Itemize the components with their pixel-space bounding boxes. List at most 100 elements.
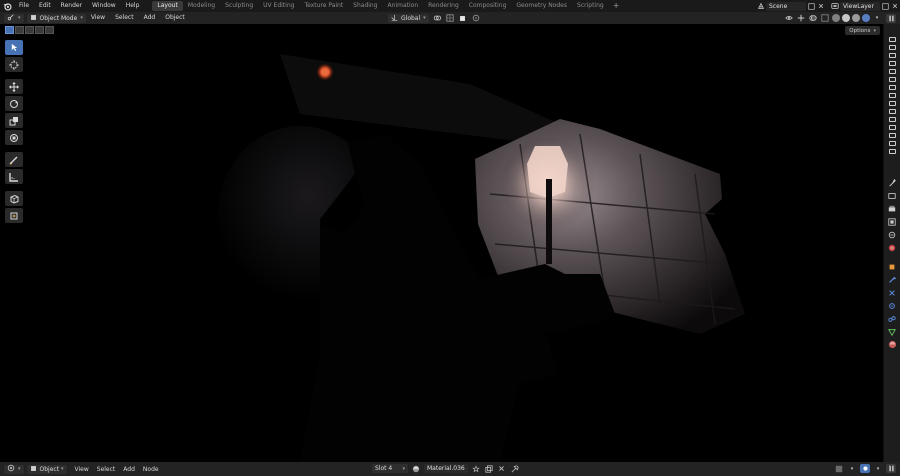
select-box-tool-icon[interactable]: [5, 40, 23, 55]
shading-options-chevron-icon[interactable]: ▾: [872, 14, 882, 23]
close-scene-icon[interactable]: [816, 2, 826, 11]
tab-sculpting[interactable]: Sculpting: [220, 1, 258, 11]
scene-properties-tab-icon[interactable]: [888, 230, 897, 239]
menu-file[interactable]: File: [14, 0, 34, 12]
blender-logo-icon[interactable]: [0, 0, 14, 12]
node-menu[interactable]: Node: [139, 466, 163, 473]
world-properties-tab-icon[interactable]: [888, 243, 897, 252]
snap-target-icon[interactable]: [458, 14, 468, 23]
camera-visibility-icon[interactable]: [888, 149, 896, 154]
select-menu[interactable]: Select: [93, 466, 120, 473]
measure-tool-icon[interactable]: [5, 169, 23, 184]
slot-dropdown[interactable]: Slot 4 ▾: [372, 464, 408, 473]
3d-viewport[interactable]: Options ▾: [0, 24, 883, 462]
move-tool-icon[interactable]: [5, 79, 23, 94]
fake-user-icon[interactable]: [471, 464, 481, 473]
unlink-material-icon[interactable]: [497, 464, 507, 473]
select-invert-icon[interactable]: [35, 26, 44, 34]
camera-visibility-icon[interactable]: [888, 125, 896, 130]
tab-animation[interactable]: Animation: [383, 1, 424, 11]
toggle-sidebar-icon[interactable]: [886, 13, 896, 23]
scene-icon[interactable]: [756, 2, 766, 11]
proportional-editing-icon[interactable]: [471, 14, 481, 23]
tab-scripting[interactable]: Scripting: [572, 1, 609, 11]
select-menu[interactable]: Select: [110, 12, 139, 24]
mode-dropdown[interactable]: Object Mode ▾: [26, 13, 86, 23]
camera-visibility-icon[interactable]: [888, 53, 896, 58]
snap-toggle-icon[interactable]: [834, 464, 844, 473]
camera-visibility-icon[interactable]: [888, 37, 896, 42]
scene-browse-icon[interactable]: [806, 2, 816, 11]
tab-compositing[interactable]: Compositing: [464, 1, 512, 11]
menu-help[interactable]: Help: [121, 0, 145, 12]
overlay-toggle-icon[interactable]: [860, 464, 870, 473]
camera-visibility-icon[interactable]: [888, 77, 896, 82]
snap-mode-chevron-icon[interactable]: ▾: [847, 464, 857, 473]
data-properties-tab-icon[interactable]: [888, 327, 897, 336]
scale-tool-icon[interactable]: [5, 113, 23, 128]
overlays-toggle-icon[interactable]: [808, 14, 818, 23]
overlay-options-chevron-icon[interactable]: ▾: [873, 464, 883, 473]
menu-window[interactable]: Window: [87, 0, 121, 12]
view-layer-name-field[interactable]: ViewLayer: [840, 1, 880, 11]
view-menu[interactable]: View: [71, 466, 93, 473]
object-properties-tab-icon[interactable]: [888, 262, 897, 271]
select-subtract-icon[interactable]: [25, 26, 34, 34]
modifier-properties-tab-icon[interactable]: [888, 275, 897, 284]
cursor-tool-icon[interactable]: [5, 57, 23, 72]
menu-render[interactable]: Render: [56, 0, 87, 12]
add-cube-tool-icon[interactable]: [5, 191, 23, 206]
gizmo-toggle-icon[interactable]: [796, 14, 806, 23]
view-layer-browse-icon[interactable]: [880, 2, 890, 11]
menu-edit[interactable]: Edit: [34, 0, 56, 12]
camera-visibility-icon[interactable]: [888, 69, 896, 74]
snap-icon[interactable]: [445, 14, 455, 23]
select-extend-icon[interactable]: [15, 26, 24, 34]
camera-visibility-icon[interactable]: [888, 85, 896, 90]
camera-visibility-icon[interactable]: [888, 141, 896, 146]
solid-shading-icon[interactable]: [842, 14, 850, 22]
camera-visibility-icon[interactable]: [888, 117, 896, 122]
constraints-properties-tab-icon[interactable]: [888, 314, 897, 323]
tab-rendering[interactable]: Rendering: [423, 1, 464, 11]
material-browse-icon[interactable]: [411, 464, 421, 473]
object-menu[interactable]: Object: [160, 12, 190, 24]
annotate-tool-icon[interactable]: [5, 152, 23, 167]
camera-visibility-icon[interactable]: [888, 45, 896, 50]
tab-geometry-nodes[interactable]: Geometry Nodes: [511, 1, 572, 11]
add-menu[interactable]: Add: [139, 12, 161, 24]
camera-visibility-icon[interactable]: [888, 101, 896, 106]
particles-properties-tab-icon[interactable]: [888, 288, 897, 297]
render-properties-tab-icon[interactable]: [888, 191, 897, 200]
visibility-icon[interactable]: [784, 14, 794, 23]
wireframe-shading-icon[interactable]: [832, 14, 840, 22]
tab-uv-editing[interactable]: UV Editing: [258, 1, 299, 11]
select-intersect-icon[interactable]: [45, 26, 54, 34]
camera-visibility-icon[interactable]: [888, 93, 896, 98]
tab-texture-paint[interactable]: Texture Paint: [299, 1, 348, 11]
view-layer-icon[interactable]: [830, 2, 840, 11]
close-view-layer-icon[interactable]: [890, 2, 900, 11]
rotate-tool-icon[interactable]: [5, 96, 23, 111]
camera-visibility-icon[interactable]: [888, 61, 896, 66]
add-object-tool-icon[interactable]: [5, 208, 23, 223]
physics-properties-tab-icon[interactable]: [888, 301, 897, 310]
transform-tool-icon[interactable]: [5, 130, 23, 145]
material-properties-tab-icon[interactable]: [888, 340, 897, 349]
pivot-point-icon[interactable]: [432, 14, 442, 23]
shader-type-dropdown[interactable]: Object ▾: [26, 464, 67, 474]
editor-type-dropdown[interactable]: ▾: [4, 464, 24, 474]
select-new-icon[interactable]: [5, 26, 14, 34]
tab-modeling[interactable]: Modeling: [183, 1, 220, 11]
material-name-field[interactable]: Material.036: [424, 464, 468, 473]
view-layer-properties-tab-icon[interactable]: [888, 217, 897, 226]
transform-orientation-dropdown[interactable]: Global ▾: [388, 13, 429, 23]
xray-toggle-icon[interactable]: [820, 14, 830, 23]
pin-icon[interactable]: [510, 464, 520, 473]
camera-visibility-icon[interactable]: [888, 133, 896, 138]
view-menu[interactable]: View: [86, 12, 110, 24]
tab-shading[interactable]: Shading: [348, 1, 382, 11]
add-workspace-button[interactable]: +: [609, 1, 624, 11]
options-dropdown[interactable]: Options ▾: [845, 26, 880, 35]
camera-visibility-icon[interactable]: [888, 109, 896, 114]
